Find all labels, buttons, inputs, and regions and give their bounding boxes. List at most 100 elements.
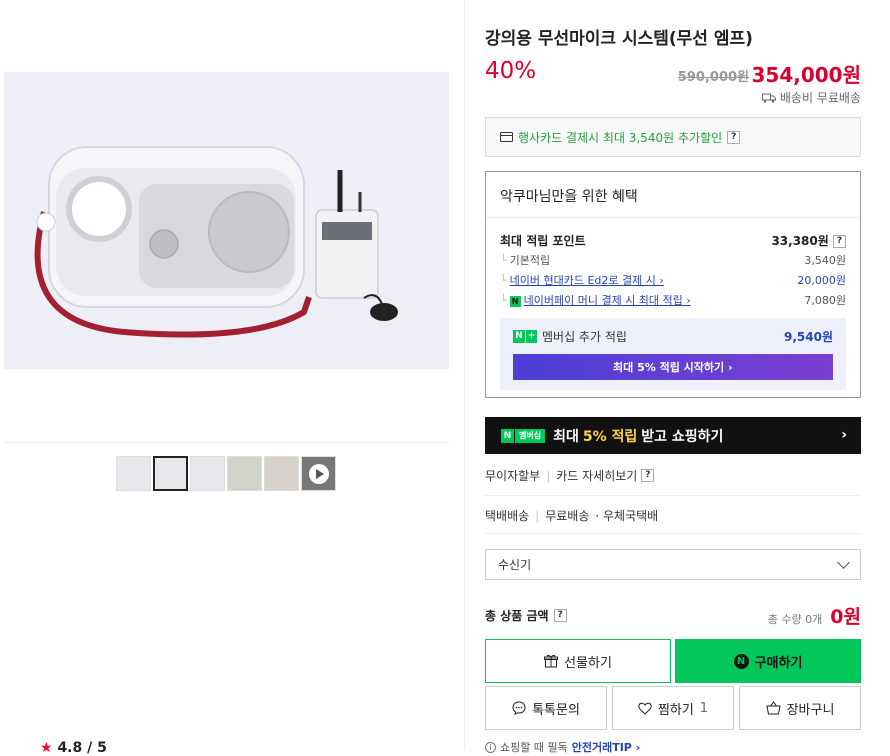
rating-score: 4.8 (57, 740, 83, 756)
option-select-value: 수신기 (498, 558, 532, 572)
product-title: 강의용 무선마이크 시스템(무선 엠프) (485, 29, 753, 49)
npay-logo-icon: N (733, 653, 749, 669)
max-points-value: 33,380원 (771, 234, 829, 248)
discount-rate: 40% (485, 58, 537, 84)
courier-name: · 우체국택배 (595, 509, 659, 523)
help-icon[interactable]: ? (833, 235, 846, 248)
npay-icon: N (509, 295, 521, 307)
card-detail-link[interactable]: 카드 자세히보기 (556, 467, 637, 484)
divider (485, 533, 861, 534)
installment-label: 무이자할부 (485, 469, 541, 483)
card-offer-text: 행사카드 결제시 최대 3,540원 추가할인 (518, 130, 723, 145)
wish-label: 찜하기 (657, 702, 694, 718)
delivery-row: 택배배송 | 무료배송 · 우체국택배 (485, 507, 861, 524)
speaker-product-illustration (4, 72, 449, 369)
badge-member: 멤버십 (514, 428, 546, 443)
banner-highlight: 5% 적립 (582, 428, 638, 445)
product-gallery: ★ 4.8 / 5 (0, 0, 465, 756)
rating-summary: ★ 4.8 / 5 (40, 740, 107, 756)
gift-icon (544, 654, 559, 668)
tree-branch-icon: └ (500, 254, 507, 267)
npay-money-value: 7,080원 (804, 294, 846, 307)
thumbnail-2-selected[interactable] (153, 456, 188, 491)
tip-text: 쇼핑할 때 필독 (500, 741, 568, 754)
npay-money-link[interactable]: 네이버페이 머니 결제 시 최대 적립 › (524, 294, 691, 307)
star-icon: ★ (40, 740, 53, 756)
wish-count: 1 (699, 700, 709, 716)
help-icon[interactable]: ? (727, 130, 741, 144)
benefits-box: 악쿠마님만을 위한 혜택 최대 적립 포인트 33,380원 ? └ 기본적립 3… (485, 171, 861, 398)
basic-points-value: 3,540원 (804, 254, 846, 267)
thumbnail-video[interactable] (301, 456, 336, 491)
talk-inquiry-button[interactable]: 톡톡문의 (485, 686, 607, 730)
chevron-down-icon (837, 555, 850, 569)
divider: | (535, 508, 540, 523)
chevron-right-icon: › (841, 427, 847, 443)
membership-banner[interactable]: N 멤버십 최대 5% 적립 받고 쇼핑하기 › (485, 417, 861, 454)
tree-branch-icon: └ (500, 294, 507, 307)
installment-row: 무이자할부 | 카드 자세히보기 ? (485, 467, 861, 484)
total-quantity: 총 수량 0개 (767, 613, 823, 626)
cart-button[interactable]: 장바구니 (739, 686, 861, 730)
divider: | (546, 468, 551, 483)
gift-label: 선물하기 (564, 655, 612, 671)
divider (485, 495, 861, 496)
card-discount-offer[interactable]: 행사카드 결제시 최대 3,540원 추가할인 ? (485, 117, 861, 157)
info-icon: i (485, 741, 496, 753)
hyundai-card-link[interactable]: 네이버 현대카드 Ed2로 결제 시 › (510, 274, 664, 287)
total-amount: 0원 (830, 606, 861, 628)
basic-points-label: 기본적립 (509, 254, 551, 267)
hyundai-card-value: 20,000원 (797, 274, 846, 287)
shopping-bag-icon (765, 701, 781, 715)
naver-membership-badge: N 멤버십 (501, 428, 546, 443)
total-row: 총 상품 금액 ? 총 수량 0개 0원 (485, 602, 861, 629)
shipping-text: 배송비 무료배송 (779, 91, 861, 105)
credit-card-icon (500, 132, 513, 142)
play-icon (308, 463, 329, 484)
buy-label: 구매하기 (754, 655, 803, 671)
membership-start-button[interactable]: 최대 5% 적립 시작하기 › (513, 354, 833, 380)
max-points-row: 최대 적립 포인트 33,380원 ? (500, 232, 846, 249)
membership-box: N + 멤버십 추가 적립 9,540원 최대 5% 적립 시작하기 › (500, 318, 846, 390)
banner-text-post: 받고 쇼핑하기 (641, 428, 724, 445)
max-points-label: 최대 적립 포인트 (500, 234, 586, 248)
safe-trade-link[interactable]: 안전거래TIP › (572, 739, 641, 755)
gift-button[interactable]: 선물하기 (485, 639, 671, 683)
shipping-info: 배송비 무료배송 (761, 89, 861, 106)
delivery-fee: 무료배송 (545, 509, 590, 523)
thumbnail-5[interactable] (264, 456, 299, 491)
thumbnail-1[interactable] (116, 456, 151, 491)
basic-points-row: └ 기본적립 3,540원 (500, 252, 846, 268)
max-points-value-wrap: 33,380원 ? (771, 232, 846, 249)
truck-icon (761, 93, 776, 103)
naver-plus-icon: N + (513, 330, 537, 343)
membership-row: N + 멤버십 추가 적립 9,540원 (513, 328, 833, 345)
tree-branch-icon: └ (500, 274, 507, 287)
option-select[interactable]: 수신기 (485, 549, 861, 580)
wishlist-button[interactable]: 찜하기 1 (612, 686, 734, 730)
help-icon[interactable]: ? (641, 469, 655, 482)
gallery-divider (4, 442, 449, 443)
main-product-image (4, 72, 449, 369)
banner-text-pre: 최대 (553, 428, 579, 445)
thumbnail-strip (116, 456, 336, 491)
membership-label: 멤버십 추가 적립 (542, 330, 627, 344)
sale-price: 354,000원 (751, 63, 862, 87)
safe-trade-tip: i 쇼핑할 때 필독 안전거래TIP › (485, 739, 640, 755)
chat-bubble-icon (512, 701, 526, 715)
original-price: 590,000원 (677, 70, 749, 85)
badge-n: N (501, 428, 514, 443)
npay-money-row: └ N 네이버페이 머니 결제 시 최대 적립 › 7,080원 (500, 292, 846, 308)
delivery-label: 택배배송 (485, 509, 530, 523)
heart-icon (638, 702, 652, 715)
benefits-title: 악쿠마님만을 위한 혜택 (486, 172, 860, 218)
thumbnail-4[interactable] (227, 456, 262, 491)
cart-label: 장바구니 (786, 702, 835, 718)
total-label: 총 상품 금액 (485, 609, 549, 623)
hyundai-card-row: └ 네이버 현대카드 Ed2로 결제 시 › 20,000원 (500, 272, 846, 288)
thumbnail-3[interactable] (190, 456, 225, 491)
buy-button[interactable]: N 구매하기 (675, 639, 861, 683)
rating-max: / 5 (87, 740, 107, 756)
talk-label: 톡톡문의 (532, 702, 580, 718)
help-icon[interactable]: ? (553, 609, 567, 622)
